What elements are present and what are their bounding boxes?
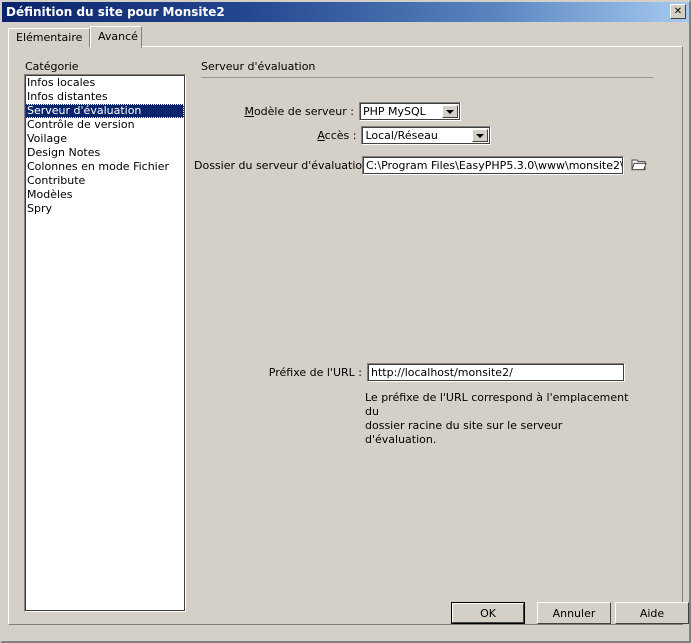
server-model-label-text: odèle de serveur : [253,105,354,118]
url-prefix-help-text: Le préfixe de l'URL correspond à l'empla… [365,391,635,447]
tab-strip: Elémentaire Avancé [8,26,683,48]
url-help-line-2: dossier racine du site sur le serveur d'… [365,419,563,446]
cancel-button[interactable]: Annuler [537,602,611,624]
category-item-contribute[interactable]: Contribute [25,174,185,188]
close-icon[interactable]: ✕ [670,4,686,19]
chevron-down-icon[interactable] [472,129,488,142]
access-row: Accès : Local/Réseau [201,126,491,145]
tab-avance-label: Avancé [98,30,138,43]
category-list[interactable]: Infos locales Infos distantes Serveur d'… [24,74,186,612]
category-item-serveur-evaluation[interactable]: Serveur d'évaluation [25,104,184,118]
window-title: Définition du site pour Monsite2 [6,5,225,19]
access-accel: A [317,129,325,142]
category-item-controle-version[interactable]: Contrôle de version [25,118,185,132]
server-model-label: Modèle de serveur : [201,105,359,118]
close-glyph: ✕ [673,5,683,17]
category-item-infos-distantes[interactable]: Infos distantes [25,90,185,104]
tab-elementaire[interactable]: Elémentaire [8,28,90,47]
folder-browse-icon[interactable] [631,157,647,172]
testing-folder-row: Dossier du serveur d'évaluation : C:\Pro… [194,156,626,175]
testing-folder-label: Dossier du serveur d'évaluation : [194,159,377,172]
ok-button[interactable]: OK [451,602,525,624]
category-item-spry[interactable]: Spry [25,202,185,216]
url-prefix-label: Préfixe de l'URL : [268,366,362,379]
server-model-dropdown[interactable]: PHP MySQL [358,102,461,121]
site-definition-dialog: Définition du site pour Monsite2 ✕ Eléme… [0,0,691,643]
access-value: Local/Réseau [365,129,438,142]
category-item-infos-locales[interactable]: Infos locales [25,76,185,90]
access-label: Accès : [201,129,361,142]
access-dropdown[interactable]: Local/Réseau [361,126,491,145]
category-label: Catégorie [25,60,79,73]
tab-elementaire-label: Elémentaire [16,31,83,44]
category-item-voilage[interactable]: Voilage [25,132,185,146]
section-divider [201,77,653,78]
cancel-button-label: Annuler [552,606,596,620]
title-bar: Définition du site pour Monsite2 ✕ [2,2,689,22]
section-title: Serveur d'évaluation [201,60,316,73]
url-prefix-row: Préfixe de l'URL : http://localhost/mons… [194,363,626,382]
category-item-design-notes[interactable]: Design Notes [25,146,185,160]
tab-avance[interactable]: Avancé [90,26,142,48]
ok-button-label: OK [452,603,524,623]
server-model-value: PHP MySQL [362,105,426,118]
url-prefix-input[interactable]: http://localhost/monsite2/ [367,363,625,382]
testing-folder-input[interactable]: C:\Program Files\EasyPHP5.3.0\www\monsit… [362,156,624,175]
testing-folder-value: C:\Program Files\EasyPHP5.3.0\www\monsit… [366,159,624,172]
access-label-text: ccès : [324,129,357,142]
category-item-modeles[interactable]: Modèles [25,188,185,202]
server-model-accel: M [244,105,254,118]
chevron-down-icon[interactable] [442,105,458,118]
category-item-colonnes-mode-fichier[interactable]: Colonnes en mode Fichier [25,160,185,174]
url-help-line-1: Le préfixe de l'URL correspond à l'empla… [365,391,629,418]
help-button[interactable]: Aide [615,602,689,624]
help-button-label: Aide [639,606,665,620]
server-model-row: Modèle de serveur : PHP MySQL [201,102,461,121]
url-prefix-value: http://localhost/monsite2/ [371,366,513,379]
